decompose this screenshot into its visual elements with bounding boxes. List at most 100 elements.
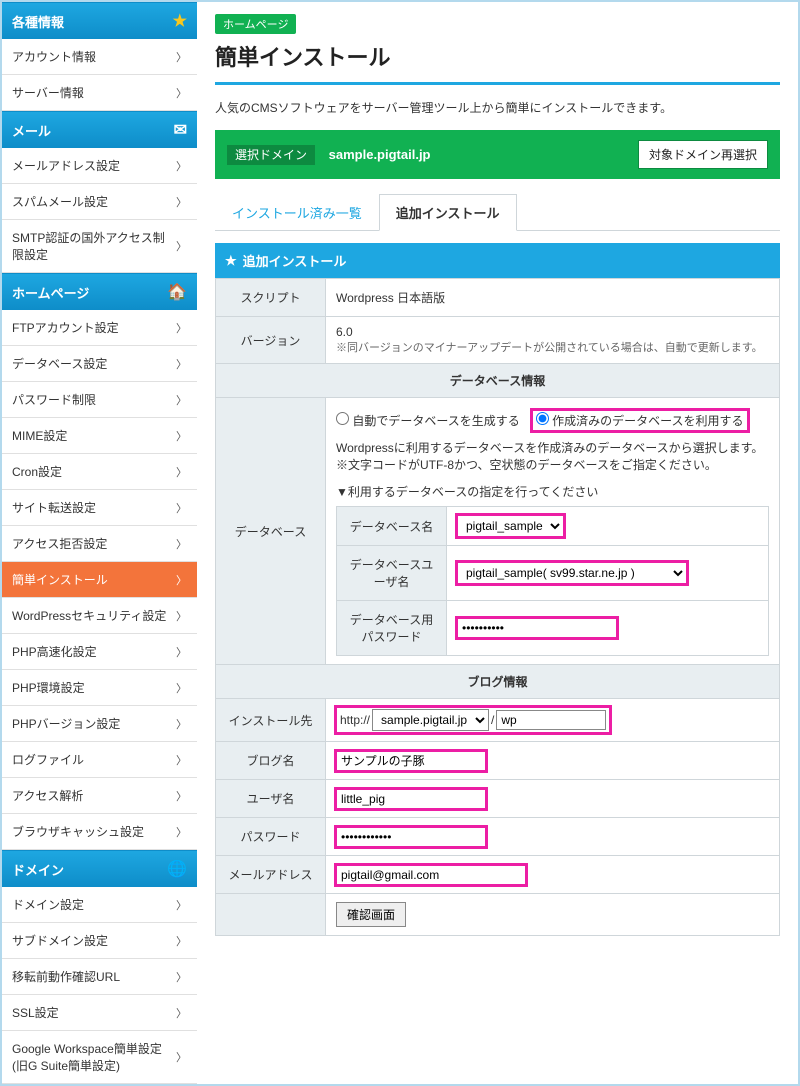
chevron-right-icon: 〉 <box>176 536 187 552</box>
version-note: ※同バージョンのマイナーアップデートが公開されている場合は、自動で更新します。 <box>336 339 769 355</box>
install-form-table: スクリプト Wordpress 日本語版 バージョン 6.0 ※同バージョンのマ… <box>215 278 780 936</box>
db-user-label: データベースユーザ名 <box>337 546 447 601</box>
chevron-right-icon: 〉 <box>176 933 187 949</box>
sidebar-item-label: 移転前動作確認URL <box>12 968 120 985</box>
db-help-3: ▼利用するデータベースの指定を行ってください <box>336 483 769 500</box>
sidebar-item[interactable]: PHP高速化設定〉 <box>2 634 197 670</box>
sidebar: 各種情報★アカウント情報〉サーバー情報〉メール✉メールアドレス設定〉スパムメール… <box>2 2 197 1084</box>
sidebar-header: ホームページ🏠 <box>2 273 197 310</box>
sidebar-item[interactable]: サイト転送設定〉 <box>2 490 197 526</box>
db-name-select[interactable]: pigtail_sample <box>457 515 564 537</box>
sidebar-header-icon: 🏠 <box>167 282 187 302</box>
sidebar-item[interactable]: サブドメイン設定〉 <box>2 923 197 959</box>
blog-name-label: ブログ名 <box>216 742 326 780</box>
install-domain-select[interactable]: sample.pigtail.jp <box>372 709 489 731</box>
star-icon: ★ <box>225 253 237 269</box>
confirm-button[interactable]: 確認画面 <box>336 902 406 927</box>
tab-add-install[interactable]: 追加インストール <box>379 194 517 231</box>
chevron-right-icon: 〉 <box>176 158 187 174</box>
sidebar-item-label: サイト転送設定 <box>12 499 96 516</box>
blog-name-input[interactable] <box>336 751 486 771</box>
db-help-2: ※文字コードがUTF-8かつ、空状態のデータベースをご指定ください。 <box>336 456 769 473</box>
sidebar-item-label: アクセス解析 <box>12 787 83 804</box>
version-label: バージョン <box>216 317 326 364</box>
page-description: 人気のCMSソフトウェアをサーバー管理ツール上から簡単にインストールできます。 <box>215 99 780 116</box>
password-input[interactable] <box>336 827 486 847</box>
sidebar-item[interactable]: 簡単インストール〉 <box>2 562 197 598</box>
sidebar-item[interactable]: FTPアカウント設定〉 <box>2 310 197 346</box>
sidebar-header-icon: 🌐 <box>167 859 187 879</box>
install-path-input[interactable] <box>496 710 606 730</box>
chevron-right-icon: 〉 <box>176 788 187 804</box>
sidebar-item-label: WordPressセキュリティ設定 <box>12 607 166 624</box>
sidebar-item-label: Google Workspace簡単設定(旧G Suite簡単設定) <box>12 1040 162 1074</box>
sidebar-item-label: データベース設定 <box>12 355 107 372</box>
sidebar-header: ドメイン🌐 <box>2 850 197 887</box>
script-value: Wordpress 日本語版 <box>326 279 780 317</box>
email-input[interactable] <box>336 865 526 885</box>
chevron-right-icon: 〉 <box>176 85 187 101</box>
sidebar-header: メール✉ <box>2 111 197 148</box>
sidebar-item-label: パスワード制限 <box>12 391 96 408</box>
sidebar-item[interactable]: 移転前動作確認URL〉 <box>2 959 197 995</box>
page-title: 簡単インストール <box>215 40 780 72</box>
sidebar-item[interactable]: ブラウザキャッシュ設定 〉 <box>2 814 197 850</box>
sidebar-item[interactable]: データベース設定 〉 <box>2 346 197 382</box>
sidebar-item-label: ドメイン設定 <box>12 896 84 913</box>
sidebar-header: 各種情報★ <box>2 2 197 39</box>
sidebar-item[interactable]: Google Workspace簡単設定(旧G Suite簡単設定) 〉 <box>2 1031 197 1084</box>
chevron-right-icon: 〉 <box>176 392 187 408</box>
script-label: スクリプト <box>216 279 326 317</box>
install-slash: / <box>491 713 494 727</box>
db-pass-input[interactable] <box>457 618 617 638</box>
db-user-select[interactable]: pigtail_sample( sv99.star.ne.jp ) <box>457 562 687 584</box>
sidebar-item[interactable]: スパムメール設定〉 <box>2 184 197 220</box>
sidebar-header-icon: ★ <box>173 11 187 31</box>
chevron-right-icon: 〉 <box>176 1049 187 1065</box>
sidebar-item[interactable]: ドメイン設定〉 <box>2 887 197 923</box>
blog-section-header: ブログ情報 <box>216 665 780 699</box>
radio-auto-db[interactable]: 自動でデータベースを生成する <box>336 412 520 429</box>
db-credentials-table: データベース名 pigtail_sample データベースユーザ名 pigtai… <box>336 506 769 656</box>
sidebar-item[interactable]: アカウント情報〉 <box>2 39 197 75</box>
chevron-right-icon: 〉 <box>176 464 187 480</box>
sidebar-item[interactable]: アクセス拒否設定〉 <box>2 526 197 562</box>
tab-installed-list[interactable]: インストール済み一覧 <box>215 194 379 231</box>
sidebar-item[interactable]: メールアドレス設定 〉 <box>2 148 197 184</box>
username-input[interactable] <box>336 789 486 809</box>
chevron-right-icon: 〉 <box>176 608 187 624</box>
reselect-domain-button[interactable]: 対象ドメイン再選択 <box>638 140 768 169</box>
radio-existing-db[interactable]: 作成済みのデータベースを利用する <box>532 410 748 431</box>
chevron-right-icon: 〉 <box>176 194 187 210</box>
chevron-right-icon: 〉 <box>176 320 187 336</box>
sidebar-item-label: ブラウザキャッシュ設定 <box>12 823 144 840</box>
sidebar-item-label: SSL設定 <box>12 1004 59 1021</box>
sidebar-item-label: PHPバージョン設定 <box>12 715 120 732</box>
sidebar-item[interactable]: SSL設定〉 <box>2 995 197 1031</box>
chevron-right-icon: 〉 <box>176 356 187 372</box>
install-prefix: http:// <box>340 713 370 727</box>
sidebar-item[interactable]: サーバー情報 〉 <box>2 75 197 111</box>
domain-bar-domain: sample.pigtail.jp <box>329 147 431 162</box>
sidebar-item[interactable]: Cron設定 〉 <box>2 454 197 490</box>
sidebar-item[interactable]: PHP環境設定〉 <box>2 670 197 706</box>
sidebar-item-label: PHP高速化設定 <box>12 643 97 660</box>
panel-title: 追加インストール <box>243 251 347 270</box>
sidebar-item[interactable]: SMTP認証の国外アクセス制限設定〉 <box>2 220 197 273</box>
db-name-label: データベース名 <box>337 507 447 546</box>
sidebar-item[interactable]: パスワード制限 〉 <box>2 382 197 418</box>
sidebar-item[interactable]: ログファイル〉 <box>2 742 197 778</box>
install-path-row: http:// sample.pigtail.jp / <box>336 707 610 733</box>
sidebar-item-label: アカウント情報 <box>12 48 96 65</box>
sidebar-item[interactable]: MIME設定〉 <box>2 418 197 454</box>
sidebar-item[interactable]: アクセス解析 〉 <box>2 778 197 814</box>
sidebar-item-label: サーバー情報 <box>12 84 84 101</box>
breadcrumb: ホームページ <box>215 14 296 34</box>
sidebar-item-label: Cron設定 <box>12 463 62 480</box>
sidebar-item-label: ログファイル <box>12 751 84 768</box>
sidebar-item[interactable]: PHPバージョン設定〉 <box>2 706 197 742</box>
chevron-right-icon: 〉 <box>176 428 187 444</box>
chevron-right-icon: 〉 <box>176 824 187 840</box>
sidebar-item[interactable]: WordPressセキュリティ設定〉 <box>2 598 197 634</box>
sidebar-item-label: メールアドレス設定 <box>12 157 120 174</box>
